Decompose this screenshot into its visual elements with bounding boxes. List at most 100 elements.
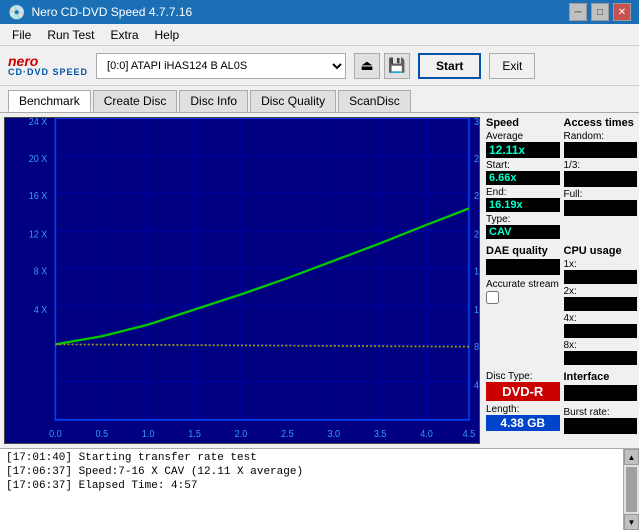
svg-text:1.5: 1.5 <box>188 429 201 441</box>
drive-selector[interactable]: [0:0] ATAPI iHAS124 B AL0S <box>96 53 346 79</box>
menu-bar: File Run Test Extra Help <box>0 24 639 46</box>
minimize-button[interactable]: ─ <box>569 3 587 21</box>
dae-quality-section: DAE quality Accurate stream <box>486 245 560 367</box>
cpu-usage-label: CPU usage <box>564 245 638 257</box>
burst-rate-value <box>564 418 638 434</box>
log-scrollbar[interactable]: ▲ ▼ <box>623 449 639 530</box>
speed-start-value: 6.66x <box>486 171 560 185</box>
cpu-4x-value <box>564 324 638 338</box>
tab-benchmark[interactable]: Benchmark <box>8 90 91 112</box>
svg-text:8 X: 8 X <box>34 266 48 278</box>
tab-scan-disc[interactable]: ScanDisc <box>338 90 411 112</box>
burst-rate-label: Burst rate: <box>564 407 638 418</box>
svg-text:2.5: 2.5 <box>281 429 294 441</box>
access-onethird-value <box>564 171 638 187</box>
scroll-up-button[interactable]: ▲ <box>624 449 639 465</box>
interface-label: Interface <box>564 371 638 383</box>
svg-text:4.0: 4.0 <box>420 429 433 441</box>
access-times-section: Access times Random: 1/3: Full: <box>564 117 638 241</box>
chart-area: 24 X 20 X 16 X 12 X 8 X 4 X 32 28 24 20 … <box>4 117 480 444</box>
tab-create-disc[interactable]: Create Disc <box>93 90 178 112</box>
tabs-bar: Benchmark Create Disc Disc Info Disc Qua… <box>0 86 639 113</box>
title-bar-left: 💿 Nero CD-DVD Speed 4.7.7.16 <box>8 4 192 21</box>
cpu-8x-label: 8x: <box>564 340 638 351</box>
speed-end-label: End: <box>486 187 560 198</box>
speed-section: Speed Average 12.11x Start: 6.66x End: 1… <box>486 117 560 241</box>
interface-section: Interface Burst rate: <box>564 371 638 434</box>
toolbar-icons: ⏏ 💾 <box>354 53 410 79</box>
speed-label: Speed <box>486 117 560 129</box>
log-content: [17:01:40] Starting transfer rate test[1… <box>0 449 623 530</box>
eject-icon[interactable]: ⏏ <box>354 53 380 79</box>
dae-quality-label: DAE quality <box>486 245 560 257</box>
menu-extra[interactable]: Extra <box>102 26 146 44</box>
cpu-1x-label: 1x: <box>564 259 638 270</box>
svg-text:4.5: 4.5 <box>463 429 476 441</box>
log-row: [17:06:37] Elapsed Time: 4:57 <box>6 479 617 493</box>
svg-text:20: 20 <box>474 229 479 241</box>
chart-svg: 24 X 20 X 16 X 12 X 8 X 4 X 32 28 24 20 … <box>5 118 479 443</box>
log-area: [17:01:40] Starting transfer rate test[1… <box>0 448 639 530</box>
svg-text:4 X: 4 X <box>34 304 48 316</box>
right-panel: Speed Average 12.11x Start: 6.66x End: 1… <box>484 113 639 448</box>
disc-length-value: 4.38 GB <box>486 415 560 431</box>
svg-text:2.0: 2.0 <box>235 429 248 441</box>
tab-disc-info[interactable]: Disc Info <box>179 90 248 112</box>
access-random-value <box>564 142 638 158</box>
interface-value <box>564 385 638 401</box>
cpu-1x-value <box>564 270 638 284</box>
access-times-label: Access times <box>564 117 638 129</box>
title-bar-controls: ─ □ ✕ <box>569 3 631 21</box>
speed-average-label: Average <box>486 131 560 142</box>
speed-end-value: 16.19x <box>486 198 560 212</box>
disc-type-section: Disc Type: DVD-R Length: 4.38 GB <box>486 371 560 434</box>
disc-type-value: DVD-R <box>486 382 560 401</box>
svg-text:16 X: 16 X <box>29 191 48 203</box>
toolbar: nero CD·DVD SPEED [0:0] ATAPI iHAS124 B … <box>0 46 639 86</box>
svg-text:32: 32 <box>474 118 479 128</box>
svg-text:28: 28 <box>474 154 479 166</box>
scroll-down-button[interactable]: ▼ <box>624 514 639 530</box>
dae-quality-value <box>486 259 560 275</box>
access-random-label: Random: <box>564 131 638 142</box>
speed-type-label: Type: <box>486 214 560 225</box>
access-full-value <box>564 200 638 216</box>
access-full-label: Full: <box>564 189 638 200</box>
svg-text:4: 4 <box>474 380 479 392</box>
log-row: [17:06:37] Speed:7-16 X CAV (12.11 X ave… <box>6 465 617 479</box>
save-icon[interactable]: 💾 <box>384 53 410 79</box>
svg-text:8: 8 <box>474 342 479 354</box>
nero-brand: nero <box>8 54 88 68</box>
menu-file[interactable]: File <box>4 26 39 44</box>
speed-brand: CD·DVD SPEED <box>8 68 88 77</box>
cpu-usage-section: CPU usage 1x: 2x: 4x: 8x: <box>564 245 638 367</box>
menu-help[interactable]: Help <box>147 26 188 44</box>
maximize-button[interactable]: □ <box>591 3 609 21</box>
svg-text:20 X: 20 X <box>29 154 48 166</box>
accurate-stream-checkbox[interactable] <box>486 291 499 304</box>
disc-type-label: Disc Type: <box>486 371 560 382</box>
window-title: Nero CD-DVD Speed 4.7.7.16 <box>31 5 192 19</box>
svg-text:16: 16 <box>474 266 479 278</box>
svg-text:1.0: 1.0 <box>142 429 155 441</box>
scroll-thumb[interactable] <box>626 467 637 512</box>
access-onethird-label: 1/3: <box>564 160 638 171</box>
cpu-2x-value <box>564 297 638 311</box>
menu-run-test[interactable]: Run Test <box>39 26 102 44</box>
start-button[interactable]: Start <box>418 53 481 79</box>
cpu-4x-label: 4x: <box>564 313 638 324</box>
svg-text:24 X: 24 X <box>29 118 48 128</box>
speed-type-value: CAV <box>486 225 560 239</box>
speed-average-value: 12.11x <box>486 142 560 158</box>
tab-disc-quality[interactable]: Disc Quality <box>250 90 336 112</box>
svg-text:0.0: 0.0 <box>49 429 62 441</box>
svg-text:0.5: 0.5 <box>96 429 109 441</box>
exit-button[interactable]: Exit <box>489 53 535 79</box>
svg-text:12: 12 <box>474 304 479 316</box>
disc-length-label: Length: <box>486 404 560 415</box>
close-button[interactable]: ✕ <box>613 3 631 21</box>
svg-text:12 X: 12 X <box>29 229 48 241</box>
cpu-8x-value <box>564 351 638 365</box>
accurate-stream-label: Accurate stream <box>486 279 560 290</box>
cpu-2x-label: 2x: <box>564 286 638 297</box>
